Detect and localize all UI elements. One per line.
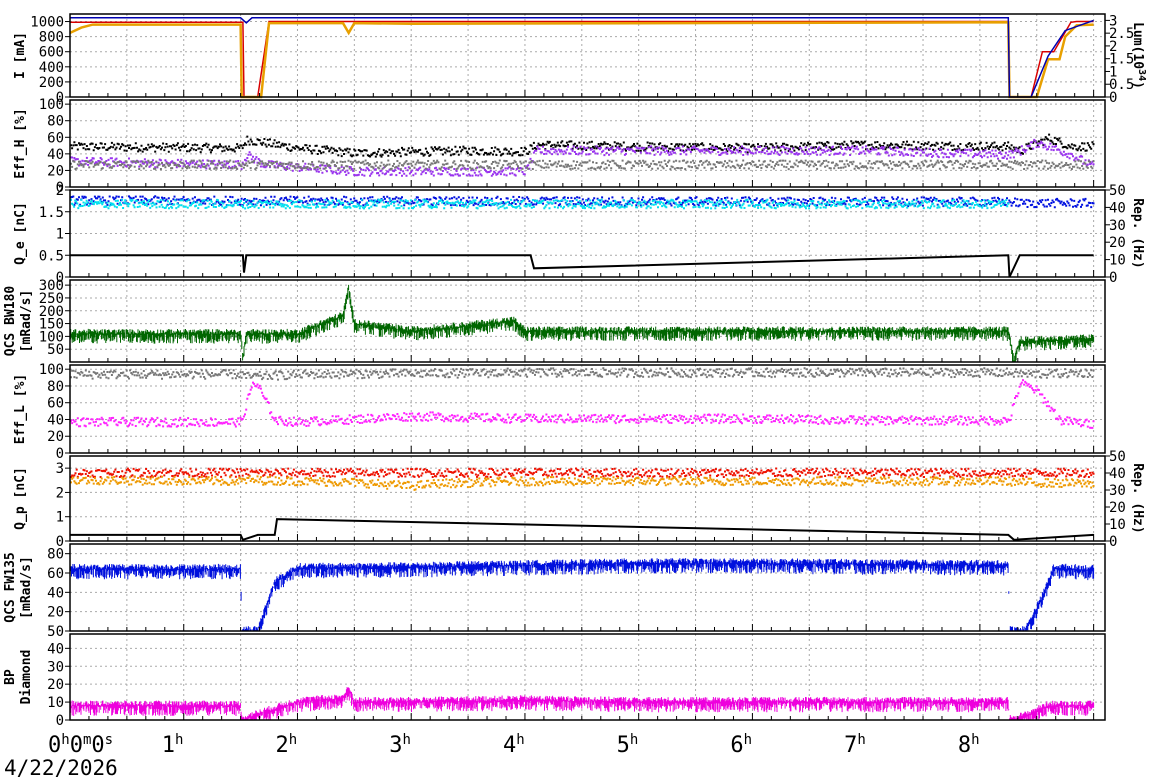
y-tick-label-qp: 2 (56, 485, 64, 501)
y-axis-label2-fw135: [mRad/s] (19, 556, 34, 619)
y-tick-right-label-qe: 10 (1109, 253, 1126, 269)
y-tick-right-label-qp: 40 (1109, 466, 1126, 482)
y-tick-label-current: 600 (39, 45, 64, 61)
multi-panel-chart: 0200400600800100000.511.522.53I [mA] Lum(… (3, 13, 1148, 756)
panel-frame (69, 455, 1106, 542)
y-axis-label-eff_l: Eff_L [%] (13, 374, 28, 444)
y-tick-label-current: 400 (39, 60, 64, 76)
y-tick-label-eff_h: 60 (47, 130, 64, 146)
y-tick-label-eff_l: 60 (47, 396, 64, 412)
y-axis-label-right-qe: Rep. (Hz) (1130, 198, 1145, 268)
y-tick-label-bw180: 300 (39, 278, 64, 294)
y-tick-label-diamond: 0 (56, 713, 64, 729)
y-axis-label-current: I [mA] (13, 32, 28, 79)
y-tick-label-fw135: 20 (47, 605, 64, 621)
panel-frame (69, 364, 1106, 454)
y-tick-label-qe: 2 (56, 183, 64, 199)
panel-eff_h (65, 99, 1106, 188)
y-tick-label-qp: 3 (56, 461, 64, 477)
y-tick-label-qe: 1.5 (39, 205, 64, 221)
y-axis-label-right-qp: Rep. (Hz) (1130, 463, 1145, 533)
y-tick-label-diamond: 40 (47, 641, 64, 657)
y-tick-label-eff_h: 20 (47, 163, 64, 179)
y-axis-label-fw135: QCS FW135 (3, 552, 18, 622)
panel-frame (69, 543, 1106, 632)
y-axis-label-bw180: QCS BW180 (3, 286, 18, 357)
y-tick-right-label-qe: 30 (1109, 218, 1126, 234)
y-tick-right-label-qe: 20 (1109, 235, 1126, 251)
y-tick-label-eff_l: 80 (47, 379, 64, 395)
panel-diamond (65, 633, 1106, 721)
x-tick-label: 7h (844, 732, 866, 756)
y-tick-label-diamond: 10 (47, 695, 64, 711)
x-tick-label: 6h (730, 732, 752, 756)
y-tick-right-label-qp: 10 (1109, 517, 1126, 533)
y-axis-label-eff_h: Eff_H [%] (13, 108, 28, 178)
x-tick-label: 8h (958, 732, 980, 756)
y-axis-label-qe: Q_e [nC] (13, 202, 28, 265)
date-label: 4/22/2026 (4, 756, 118, 780)
y-tick-label-eff_l: 40 (47, 412, 64, 428)
x-tick-label: 0h0m0s (48, 732, 113, 756)
x-tick-label: 3h (389, 732, 411, 756)
y-tick-right-label-qe: 50 (1109, 183, 1126, 199)
panel-qe (65, 189, 1110, 278)
y-tick-label-fw135: 60 (47, 566, 64, 582)
y-axis-label-qp: Q_p [nC] (13, 467, 28, 530)
y-tick-right-label-qp: 50 (1109, 449, 1126, 465)
x-tick-label: 2h (275, 732, 297, 756)
y-tick-label-current: 800 (39, 30, 64, 46)
panel-bw180 (65, 279, 1106, 363)
y-axis-label2-diamond: Diamond (19, 650, 34, 705)
y-tick-label-eff_l: 0 (56, 446, 64, 462)
y-tick-label-diamond: 20 (47, 677, 64, 693)
panel-qp (65, 455, 1110, 542)
y-axis-label-diamond: BP (3, 669, 18, 685)
y-tick-label-eff_l: 20 (47, 429, 64, 445)
y-tick-right-label-qp: 30 (1109, 483, 1126, 499)
y-axis-label2-bw180: [mRad/s] (19, 290, 34, 353)
y-tick-label-eff_l: 100 (39, 362, 64, 378)
y-tick-right-label-qe: 40 (1109, 200, 1126, 216)
panel-current (65, 13, 1110, 99)
y-tick-right-label-qp: 20 (1109, 500, 1126, 516)
y-tick-label-eff_h: 40 (47, 147, 64, 163)
y-tick-label-qe: 1 (56, 227, 64, 243)
panel-frame (69, 279, 1106, 363)
y-tick-label-qp: 1 (56, 510, 64, 526)
x-tick-label: 4h (503, 732, 525, 756)
y-tick-label-eff_h: 80 (47, 114, 64, 130)
y-tick-label-current: 1000 (30, 15, 64, 31)
panel-eff_l (65, 364, 1106, 454)
panel-frame (69, 13, 1106, 98)
y-tick-label-eff_h: 100 (39, 97, 64, 113)
x-tick-label: 5h (617, 732, 639, 756)
scatter-eff_gray (70, 367, 1095, 381)
y-tick-label-diamond: 30 (47, 659, 64, 675)
y-tick-label-fw135: 40 (47, 585, 64, 601)
y-tick-right-label-qp: 0 (1109, 534, 1117, 550)
y-tick-label-current: 200 (39, 75, 64, 91)
y-tick-label-fw135: 50 (47, 624, 64, 640)
y-tick-right-label-current: 3 (1109, 13, 1117, 29)
x-tick-label: 1h (162, 732, 184, 756)
panel-fw135 (65, 543, 1106, 632)
y-tick-right-label-qe: 0 (1109, 270, 1117, 286)
y-tick-label-fw135: 80 (47, 547, 64, 563)
y-tick-label-qe: 0.5 (39, 248, 64, 264)
